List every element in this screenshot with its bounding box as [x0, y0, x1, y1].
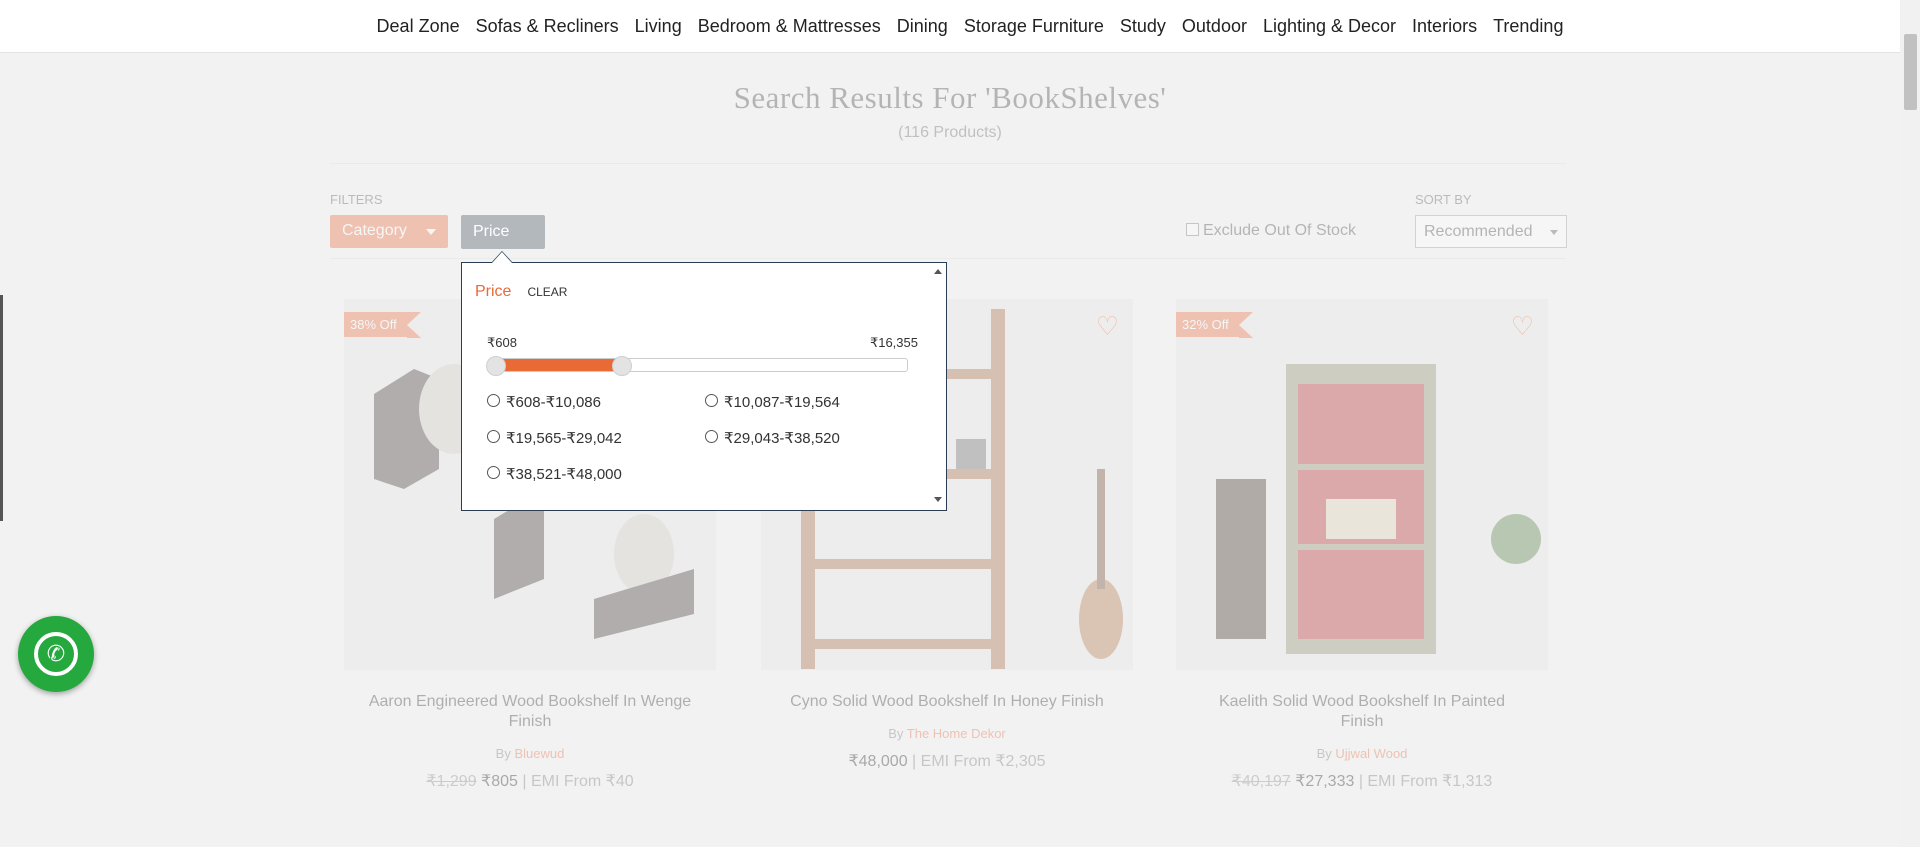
nav-item-deal-zone[interactable]: Deal Zone [369, 16, 468, 37]
radio-button[interactable] [487, 394, 500, 407]
nav-item-dining[interactable]: Dining [889, 16, 956, 37]
price-popup-header: Price CLEAR [475, 283, 567, 301]
exclude-out-of-stock[interactable]: Exclude Out Of Stock [1186, 222, 1356, 240]
whatsapp-icon: ✆ [34, 632, 78, 676]
price-option-2[interactable]: ₹10,087-₹19,564 [705, 393, 840, 411]
price-slider-max-handle[interactable] [612, 356, 633, 376]
old-price: ₹1,299 [426, 773, 477, 790]
product-brand[interactable]: By Bluewud [344, 746, 716, 761]
price-option-label: ₹38,521-₹48,000 [506, 466, 622, 483]
nav-item-interiors[interactable]: Interiors [1404, 16, 1485, 37]
sort-select-value: Recommended [1424, 223, 1533, 240]
sort-select[interactable]: Recommended [1415, 215, 1567, 248]
filters-label: FILTERS [330, 192, 383, 207]
brand-by: By [888, 726, 904, 741]
price-option-1[interactable]: ₹608-₹10,086 [487, 393, 601, 411]
emi-text: | EMI From ₹40 [522, 773, 634, 790]
checkbox[interactable] [1186, 222, 1199, 236]
brand-name: Bluewud [514, 746, 565, 761]
price-slider-fill [489, 359, 624, 371]
product-brand[interactable]: By Ujjwal Wood [1176, 746, 1548, 761]
emi-text: | EMI From ₹2,305 [912, 753, 1046, 770]
price-option-4[interactable]: ₹29,043-₹38,520 [705, 429, 840, 447]
clear-button[interactable]: CLEAR [527, 285, 567, 299]
price-slider-track[interactable] [488, 358, 908, 372]
product-name[interactable]: Cyno Solid Wood Bookshelf In Honey Finis… [761, 692, 1133, 712]
product-price: ₹1,299 ₹805 | EMI From ₹40 [344, 771, 716, 791]
divider [330, 258, 1566, 259]
whatsapp-button[interactable]: ✆ [18, 616, 94, 692]
scroll-down-icon[interactable] [934, 497, 942, 502]
search-results-content: Search Results For 'BookShelves' (116 Pr… [0, 53, 1900, 847]
exclude-out-of-stock-label: Exclude Out Of Stock [1203, 222, 1356, 239]
category-filter-button[interactable]: Category [330, 215, 448, 248]
price-option-5[interactable]: ₹38,521-₹48,000 [487, 465, 622, 483]
price-popup-title: Price [475, 283, 512, 300]
brand-name: The Home Dekor [906, 726, 1006, 741]
scrollbar-thumb[interactable] [1904, 34, 1917, 110]
nav-item-living[interactable]: Living [627, 16, 690, 37]
nav-item-outdoor[interactable]: Outdoor [1174, 16, 1255, 37]
radio-button[interactable] [487, 430, 500, 443]
product-count: (116 Products) [898, 124, 1002, 141]
radio-button[interactable] [705, 394, 718, 407]
radio-button[interactable] [487, 466, 500, 479]
wishlist-heart-icon[interactable]: ♡ [1096, 311, 1119, 342]
current-price: ₹48,000 [848, 753, 908, 770]
nav-item-bedroom-mattresses[interactable]: Bedroom & Mattresses [690, 16, 889, 37]
price-slider-min-handle[interactable] [486, 356, 506, 376]
side-tab[interactable] [0, 295, 3, 521]
price-option-label: ₹29,043-₹38,520 [724, 430, 840, 447]
old-price: ₹40,197 [1231, 773, 1291, 790]
product-brand[interactable]: By The Home Dekor [761, 726, 1133, 741]
product-name[interactable]: Aaron Engineered Wood Bookshelf In Wenge… [344, 692, 716, 732]
wishlist-heart-icon[interactable]: ♡ [1511, 311, 1534, 342]
current-price: ₹805 [481, 773, 518, 790]
popup-pointer [491, 251, 513, 263]
nav-item-trending[interactable]: Trending [1485, 16, 1571, 37]
product-price: ₹48,000 | EMI From ₹2,305 [761, 751, 1133, 771]
brand-name: Ujjwal Wood [1335, 746, 1408, 761]
page-title: Search Results For 'BookShelves' [733, 80, 1167, 115]
nav-item-sofas-recliners[interactable]: Sofas & Recliners [468, 16, 627, 37]
product-image[interactable]: 32% Off ♡ [1176, 299, 1548, 670]
discount-badge: 32% Off [1176, 312, 1253, 338]
price-min-label: ₹608 [487, 335, 517, 350]
price-option-label: ₹19,565-₹29,042 [506, 430, 622, 447]
price-filter-popup: Price CLEAR ₹608 ₹16,355 ₹608-₹10,086 ₹1… [461, 262, 947, 511]
price-option-3[interactable]: ₹19,565-₹29,042 [487, 429, 622, 447]
nav-item-lighting-decor[interactable]: Lighting & Decor [1255, 16, 1404, 37]
chevron-down-icon [1550, 230, 1558, 235]
current-price: ₹27,333 [1295, 773, 1355, 790]
nav-item-storage-furniture[interactable]: Storage Furniture [956, 16, 1112, 37]
emi-text: | EMI From ₹1,313 [1358, 773, 1493, 790]
product-price: ₹40,197 ₹27,333 | EMI From ₹1,313 [1176, 771, 1548, 791]
price-option-label: ₹10,087-₹19,564 [724, 394, 840, 411]
price-max-label: ₹16,355 [869, 335, 918, 350]
chevron-down-icon [426, 229, 436, 235]
brand-by: By [1316, 746, 1332, 761]
sort-by-label: SORT BY [1415, 192, 1472, 207]
divider [330, 163, 1566, 164]
discount-badge: 38% Off [344, 312, 421, 338]
price-option-label: ₹608-₹10,086 [506, 394, 601, 411]
product-card[interactable]: 32% Off ♡ Kaelith Solid Wood Bookshelf I… [1176, 299, 1548, 791]
top-nav: Deal Zone Sofas & Recliners Living Bedro… [0, 0, 1900, 53]
price-filter-button[interactable]: Price [461, 215, 545, 249]
category-filter-label: Category [342, 222, 407, 239]
brand-by: By [495, 746, 511, 761]
cabinet-illustration [1216, 364, 1541, 654]
scroll-up-icon[interactable] [934, 269, 942, 274]
nav-item-study[interactable]: Study [1112, 16, 1174, 37]
page-scrollbar[interactable] [1900, 0, 1920, 847]
radio-button[interactable] [705, 430, 718, 443]
product-name[interactable]: Kaelith Solid Wood Bookshelf In Painted … [1176, 692, 1548, 732]
